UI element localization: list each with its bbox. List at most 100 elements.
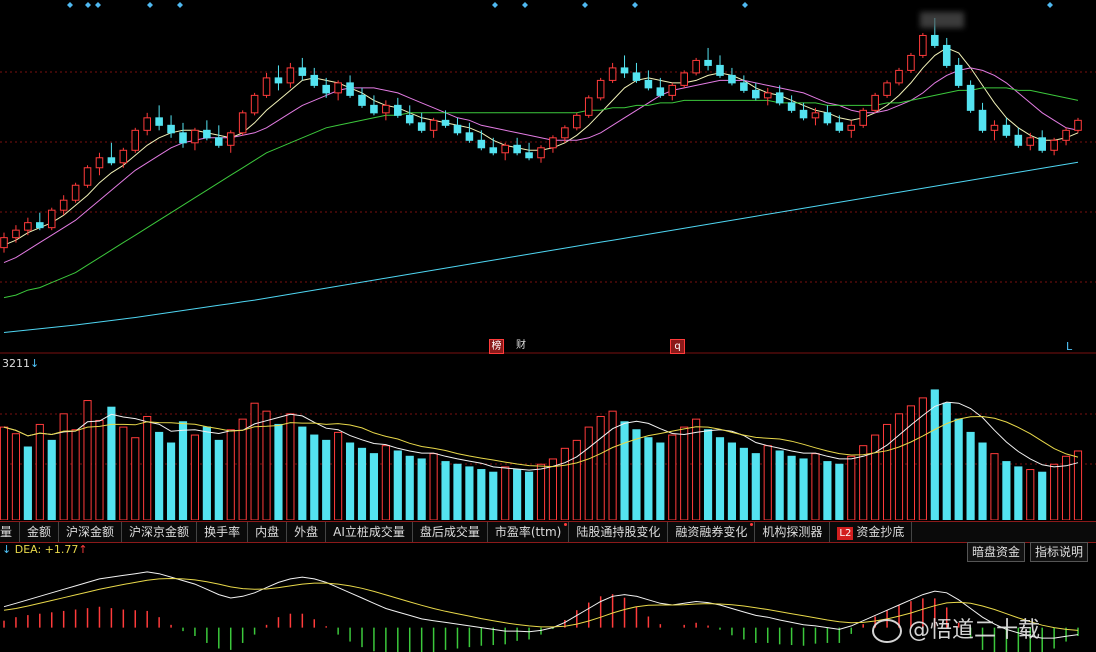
volume-bar	[715, 437, 725, 520]
indicator-tab[interactable]: 陆股通持股变化	[569, 522, 669, 542]
candle-body	[405, 114, 414, 124]
candle-body	[12, 229, 20, 239]
indicator-tab[interactable]: 金额	[20, 522, 60, 542]
indicator-tab[interactable]: 沪深金额	[59, 522, 123, 542]
volume-bar	[47, 439, 56, 520]
indicator-tab[interactable]: 内盘	[248, 522, 288, 542]
volume-bar	[835, 463, 844, 520]
candle-body	[966, 84, 975, 111]
volume-bar	[990, 453, 999, 520]
candle-body	[752, 89, 760, 99]
candle-body	[59, 199, 68, 211]
volume-bar	[405, 455, 414, 520]
signal-diamond	[632, 2, 638, 8]
volume-bar	[775, 450, 784, 520]
volume-bar	[298, 426, 307, 520]
signal-diamond	[582, 2, 588, 8]
price-candlestick-chart[interactable]	[0, 0, 1096, 354]
candle-body	[763, 92, 772, 99]
indicator-tab[interactable]: 换手率	[197, 522, 249, 542]
volume-bar	[417, 458, 426, 520]
indicator-tab-label: 金额	[27, 525, 52, 539]
l2-badge: L2	[837, 527, 854, 540]
volume-bar	[453, 463, 462, 520]
candle-body	[596, 79, 605, 99]
candle-body	[990, 124, 999, 131]
marker-cai[interactable]: 财	[516, 339, 526, 352]
indicator-tab-label: 换手率	[204, 525, 241, 539]
candle-body	[775, 92, 784, 104]
marker-q[interactable]: q	[670, 339, 685, 354]
volume-bar	[560, 447, 569, 520]
volume-bar	[190, 434, 200, 520]
candle-body	[1074, 119, 1082, 131]
candle-body	[358, 94, 366, 106]
candle-body	[525, 152, 533, 159]
volume-bar	[656, 442, 665, 520]
candle-body	[191, 129, 199, 144]
volume-bar	[83, 400, 92, 520]
volume-chart[interactable]	[0, 354, 1096, 520]
candle-body	[0, 237, 8, 249]
volume-bar	[894, 413, 904, 520]
indicator-help-button[interactable]: 指标说明	[1030, 542, 1089, 562]
dark-pool-funds-button[interactable]: 暗盘资金	[967, 542, 1026, 562]
indicator-tab[interactable]: 机构探测器	[755, 522, 831, 542]
indicator-tab[interactable]: 盘后成交量	[413, 522, 488, 542]
indicator-tab[interactable]: 沪深京金额	[122, 522, 198, 542]
indicator-tab[interactable]: AI立桩成交量	[326, 522, 413, 542]
candle-body	[787, 102, 796, 111]
indicator-tab[interactable]: 量	[0, 522, 21, 542]
indicator-tab-label: 资金抄底	[856, 525, 905, 539]
candle-body	[119, 149, 128, 164]
marker-l[interactable]: L	[1066, 340, 1072, 353]
candle-body	[871, 94, 879, 111]
volume-bar	[751, 453, 760, 520]
volume-bar	[596, 415, 605, 520]
candle-body	[1026, 137, 1035, 146]
indicator-tab[interactable]: 融资融券变化	[668, 522, 756, 542]
marker-bang[interactable]: 榜	[489, 339, 504, 354]
volume-bar	[345, 442, 355, 520]
candle-body	[95, 157, 104, 169]
indicator-tab[interactable]: 外盘	[287, 522, 327, 542]
volume-bar	[847, 455, 856, 520]
volume-bar	[393, 450, 402, 520]
candle-body	[692, 59, 700, 74]
indicator-tab[interactable]: 市盈率(ttm)	[488, 522, 570, 542]
candle-body	[203, 129, 211, 139]
candle-body	[215, 137, 223, 146]
candle-body	[155, 117, 163, 126]
volume-bar	[143, 415, 152, 520]
volume-label: 3211↓	[2, 357, 40, 370]
volume-bar	[703, 429, 713, 520]
signal-diamond	[67, 2, 73, 8]
indicator-tab-label: 沪深金额	[66, 525, 115, 539]
candle-body	[298, 67, 307, 76]
volume-bar	[202, 426, 211, 520]
moving-average-line	[3, 87, 1079, 299]
volume-bar	[548, 458, 558, 520]
candle-body	[584, 97, 593, 116]
candle-body	[1002, 124, 1011, 136]
candle-body	[847, 124, 856, 131]
candle-body	[346, 82, 354, 96]
candle-body	[238, 112, 247, 134]
candle-body	[1014, 134, 1023, 146]
candle-body	[513, 144, 521, 154]
candle-body	[632, 72, 641, 81]
signal-diamond	[742, 2, 748, 8]
candle-body	[334, 82, 342, 94]
signal-diamond	[177, 2, 183, 8]
indicator-tab[interactable]: L2 资金抄底	[830, 522, 913, 542]
volume-bar	[119, 426, 128, 520]
volume-bar	[942, 402, 951, 520]
signal-diamond	[85, 2, 91, 8]
volume-bar	[727, 442, 737, 520]
signal-diamond	[522, 2, 528, 8]
candle-body	[942, 44, 951, 66]
volume-bar	[155, 431, 164, 520]
candle-body	[24, 222, 32, 231]
candle-body	[895, 69, 903, 84]
volume-bar	[763, 445, 772, 520]
